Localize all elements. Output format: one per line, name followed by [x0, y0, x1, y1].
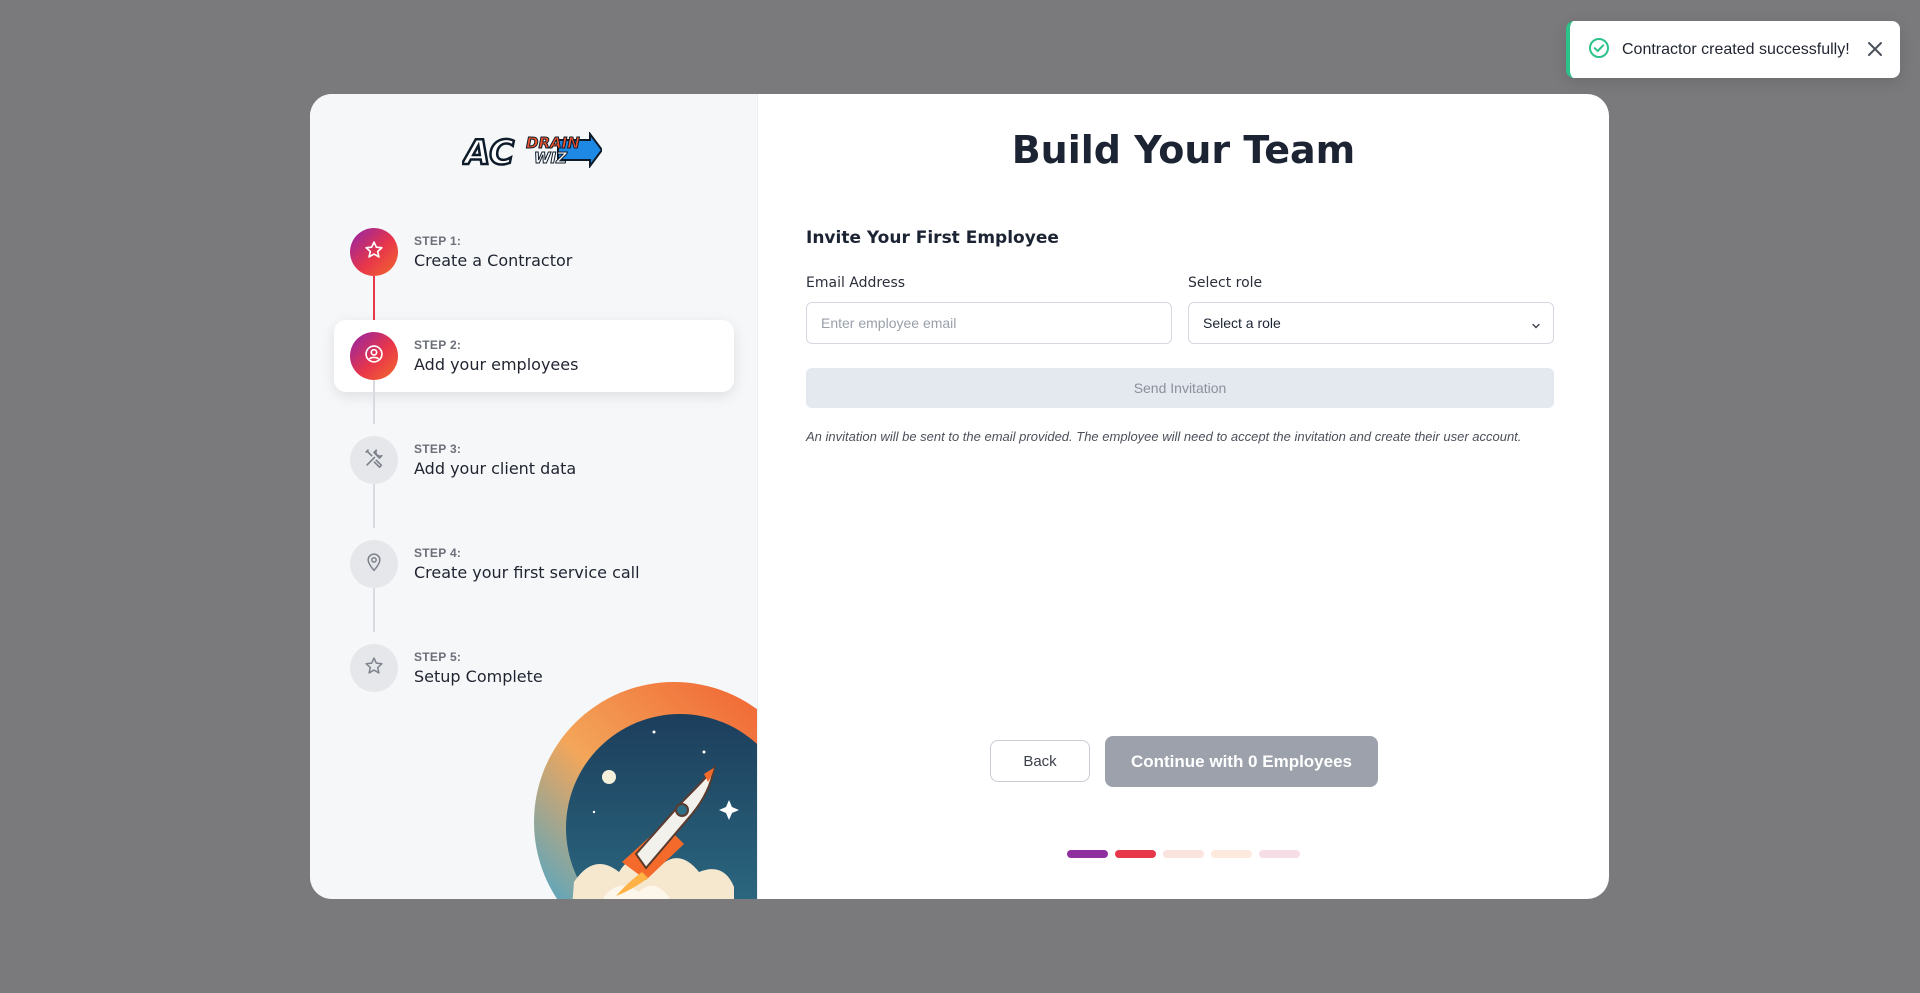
step-connector: [373, 588, 375, 632]
progress-dot: [1067, 850, 1108, 858]
page-title: Build Your Team: [1011, 128, 1356, 172]
map-pin-icon: [364, 551, 384, 577]
progress-dot: [1163, 850, 1204, 858]
continue-button[interactable]: Continue with 0 Employees: [1105, 736, 1378, 787]
star-icon: [364, 656, 384, 680]
onboarding-modal: AC DRAIN WIZ STEP 1: Create a Contractor: [310, 94, 1609, 899]
chevron-down-icon: [1531, 318, 1541, 334]
step-label: Create your first service call: [414, 563, 640, 582]
back-button[interactable]: Back: [990, 740, 1090, 782]
email-label: Email Address: [806, 275, 906, 291]
role-select-value: Select a role: [1203, 315, 1281, 331]
close-icon[interactable]: [1866, 40, 1884, 62]
send-invitation-button[interactable]: Send Invitation: [806, 368, 1554, 408]
step-label: Add your employees: [414, 355, 579, 374]
tools-icon: [363, 447, 385, 473]
step-connector: [373, 484, 375, 528]
main-content: Build Your Team Invite Your First Employ…: [758, 94, 1609, 899]
step-number: STEP 4:: [414, 546, 462, 560]
user-circle-icon: [364, 344, 384, 368]
step-number: STEP 3:: [414, 442, 462, 456]
check-circle-icon: [1588, 37, 1610, 63]
step-4[interactable]: STEP 4: Create your first service call: [334, 528, 734, 632]
step-label: Add your client data: [414, 459, 577, 478]
invitation-note: An invitation will be sent to the email …: [806, 429, 1522, 444]
steps-sidebar: AC DRAIN WIZ STEP 1: Create a Contractor: [310, 94, 758, 899]
step-label: Create a Contractor: [414, 251, 573, 270]
logo-ac-text: AC: [462, 133, 514, 168]
role-label: Select role: [1188, 275, 1263, 291]
step-connector: [373, 380, 375, 424]
toast-message: Contractor created successfully!: [1622, 40, 1850, 58]
step-progress: [1067, 850, 1300, 858]
step-number: STEP 5:: [414, 650, 462, 664]
success-toast: Contractor created successfully!: [1566, 21, 1900, 78]
ac-drain-wiz-logo: AC DRAIN WIZ: [460, 131, 604, 174]
step-number: STEP 1:: [414, 234, 462, 248]
rocket-illustration: [534, 682, 757, 899]
progress-dot: [1115, 850, 1156, 858]
step-3[interactable]: STEP 3: Add your client data: [334, 424, 734, 528]
progress-dot: [1211, 850, 1252, 858]
role-select[interactable]: Select a role: [1188, 302, 1554, 344]
step-1[interactable]: STEP 1: Create a Contractor: [334, 216, 734, 320]
step-connector: [373, 276, 375, 320]
step-number: STEP 2:: [414, 338, 462, 352]
logo-wiz-text: WIZ: [534, 149, 568, 167]
step-list: STEP 1: Create a Contractor STEP 2: Add …: [334, 216, 734, 736]
star-icon: [364, 240, 384, 264]
step-2[interactable]: STEP 2: Add your employees: [334, 320, 734, 424]
progress-dot: [1259, 850, 1300, 858]
step-label: Setup Complete: [414, 667, 543, 686]
section-subtitle: Invite Your First Employee: [806, 228, 1059, 248]
email-field[interactable]: [806, 302, 1172, 344]
